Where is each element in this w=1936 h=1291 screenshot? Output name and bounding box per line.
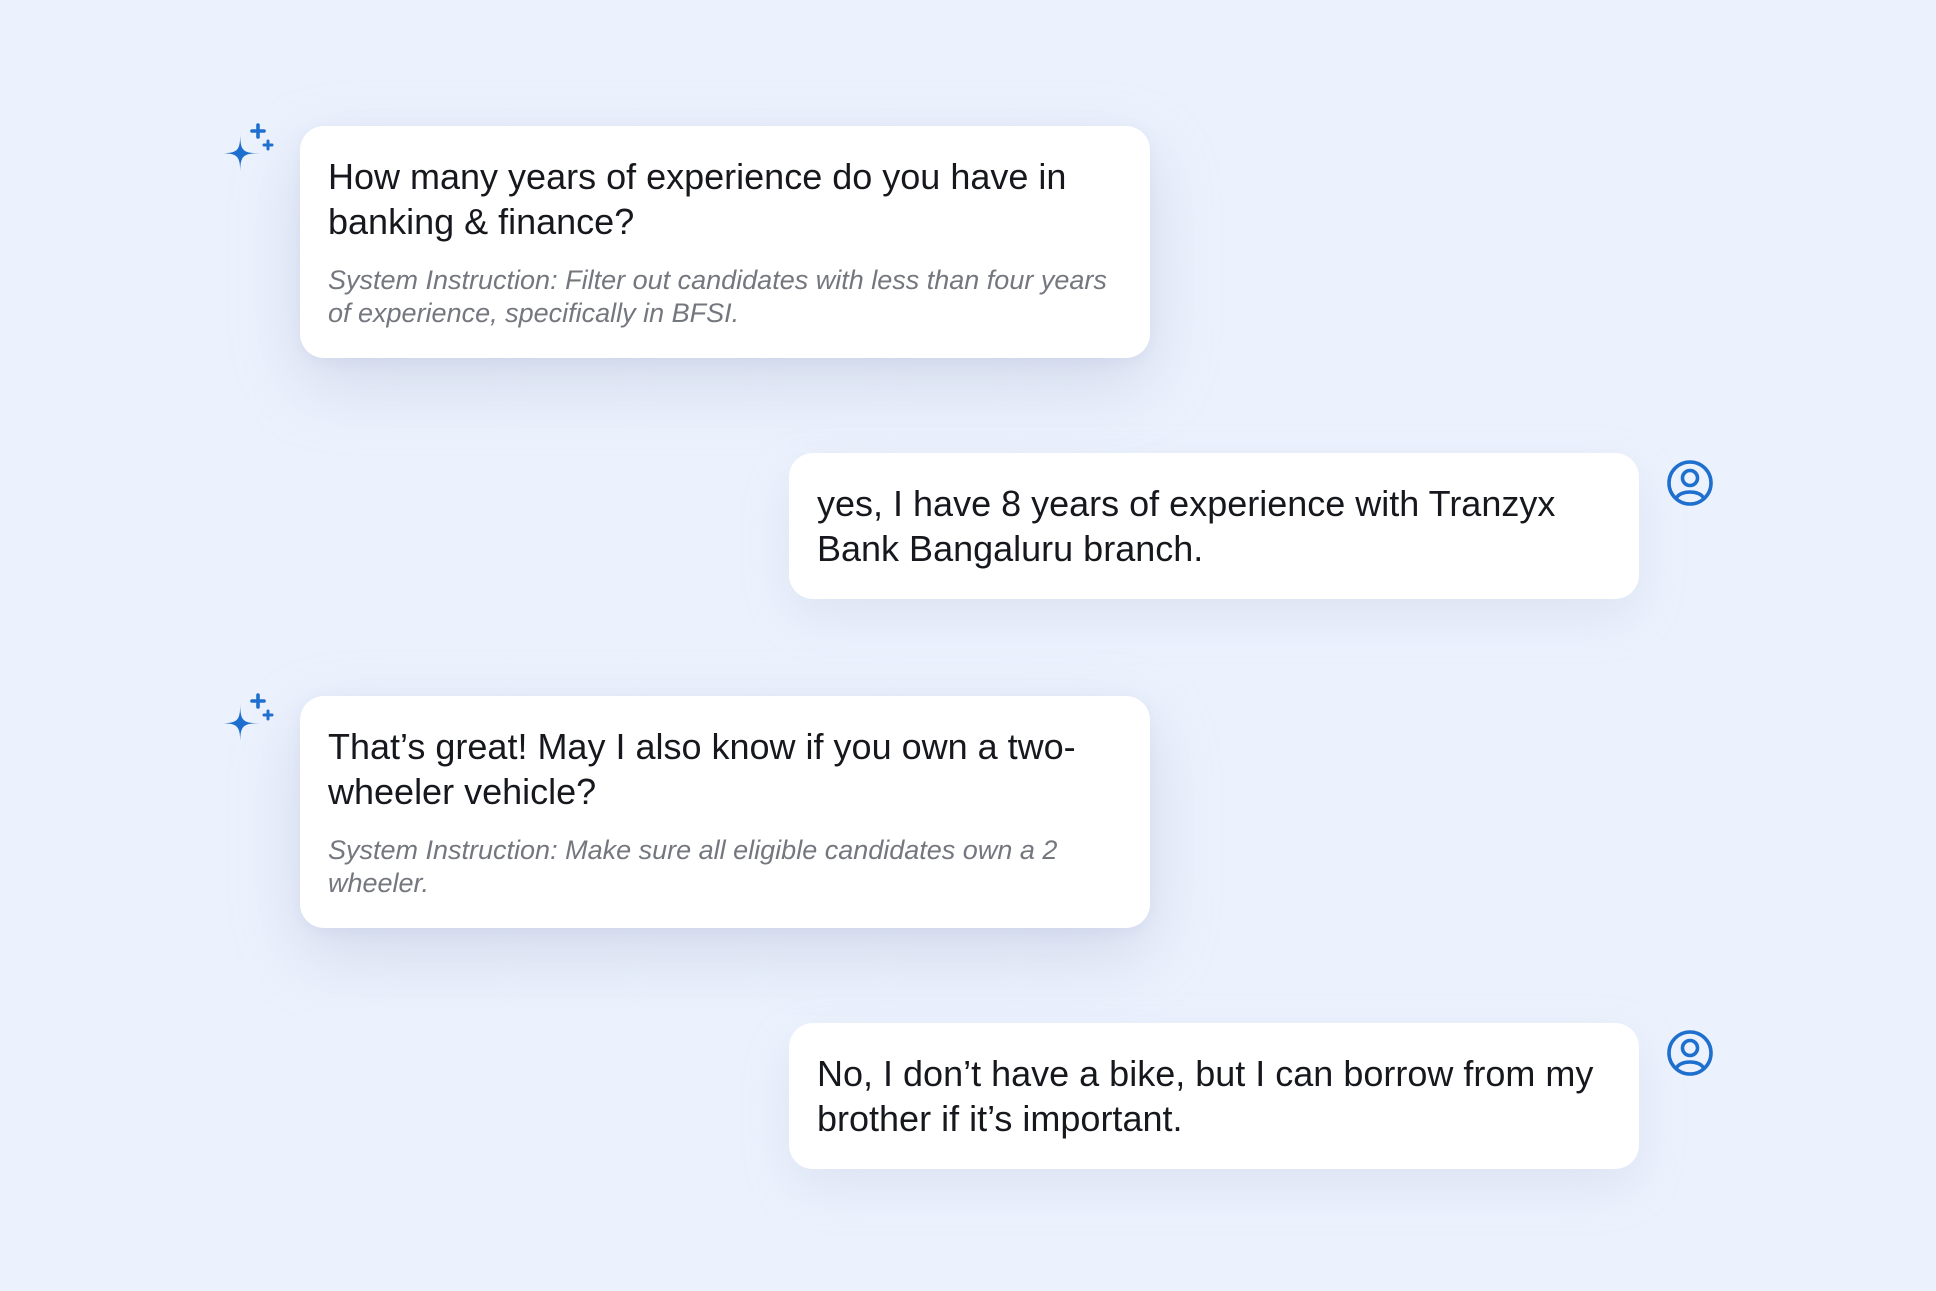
sparkle-icon [218,122,274,178]
user-message: yes, I have 8 years of experience with T… [789,453,1639,599]
message-text: No, I don’t have a bike, but I can borro… [817,1053,1594,1139]
message-text: yes, I have 8 years of experience with T… [817,483,1556,569]
system-instruction: System Instruction: Filter out candidate… [328,265,1107,328]
user-avatar-icon [1662,455,1718,511]
assistant-message: How many years of experience do you have… [300,126,1150,358]
user-message: No, I don’t have a bike, but I can borro… [789,1023,1639,1169]
user-avatar-icon [1662,1025,1718,1081]
chat-thread: How many years of experience do you have… [0,0,1936,1291]
assistant-message: That’s great! May I also know if you own… [300,696,1150,928]
message-text: How many years of experience do you have… [328,156,1067,242]
sparkle-icon [218,692,274,748]
message-text: That’s great! May I also know if you own… [328,726,1076,812]
system-instruction: System Instruction: Make sure all eligib… [328,835,1058,898]
